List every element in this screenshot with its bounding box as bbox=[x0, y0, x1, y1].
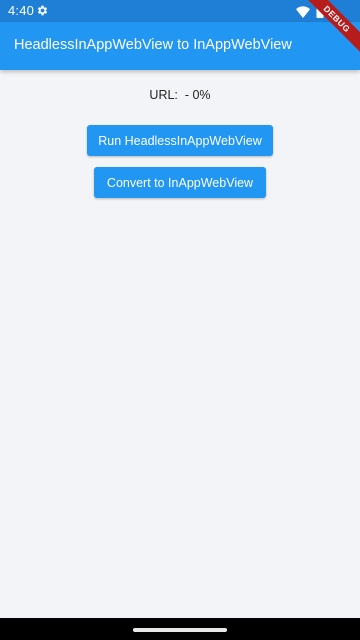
status-bar: 4:40 bbox=[0, 0, 360, 22]
navigation-bar bbox=[0, 618, 360, 640]
run-headless-webview-button[interactable]: Run HeadlessInAppWebView bbox=[87, 125, 273, 156]
app-title: HeadlessInAppWebView to InAppWebView bbox=[14, 37, 292, 53]
home-gesture-handle[interactable] bbox=[133, 628, 227, 632]
convert-to-inappwebview-button[interactable]: Convert to InAppWebView bbox=[94, 167, 266, 198]
settings-icon bbox=[36, 4, 49, 17]
app-bar: HeadlessInAppWebView to InAppWebView bbox=[0, 22, 360, 70]
url-progress-label: URL: - 0% bbox=[149, 88, 211, 102]
wifi-icon bbox=[296, 5, 310, 19]
app-screen: 4:40 HeadlessInAppWebView to InAppWebVie… bbox=[0, 0, 360, 640]
status-time: 4:40 bbox=[8, 3, 35, 18]
